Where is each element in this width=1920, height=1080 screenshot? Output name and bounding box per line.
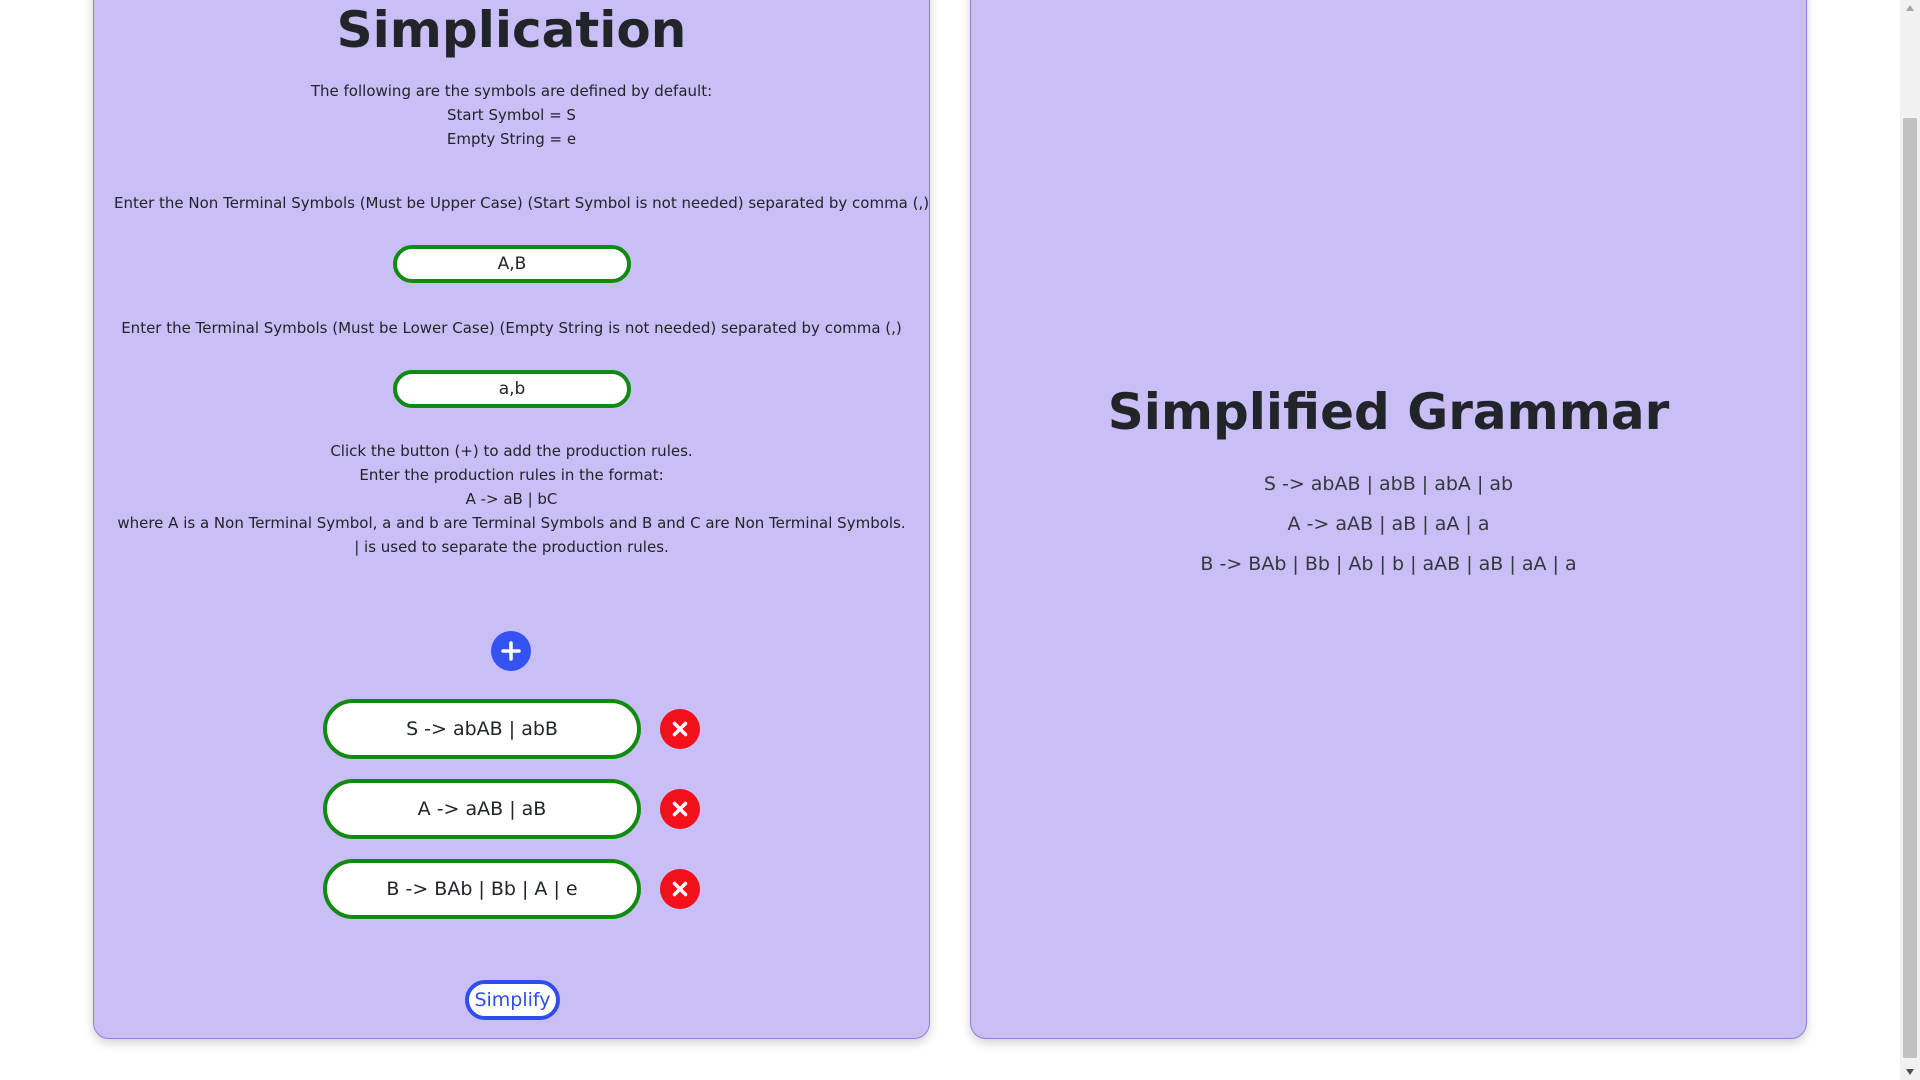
production-rule-input-3[interactable] [323,859,641,919]
page-title: Simplication [336,1,687,59]
scroll-down-arrow[interactable] [1900,1064,1920,1080]
nonterminal-input[interactable] [393,245,631,283]
result-title: Simplified Grammar [1107,383,1670,441]
delete-rule-button-3[interactable] [660,869,700,909]
nonterminal-prompt: Enter the Non Terminal Symbols (Must be … [114,194,930,212]
defaults-info: The following are the symbols are define… [114,79,909,151]
result-rule-2: A -> aAB | aB | aA | a [1287,513,1490,535]
defaults-heading: The following are the symbols are define… [310,82,713,100]
result-rule-1: S -> abAB | abB | abA | ab [1263,473,1514,495]
production-rule-input-2[interactable] [323,779,641,839]
simplify-button[interactable]: Simplify [465,980,560,1020]
production-rule-input-1[interactable] [323,699,641,759]
scroll-up-arrow[interactable] [1900,0,1920,16]
nonterminal-prompt-block: Enter the Non Terminal Symbols (Must be … [114,191,930,215]
vertical-scrollbar[interactable] [1900,0,1920,1080]
close-icon [672,721,688,737]
chevron-up-icon [1906,5,1914,11]
production-instructions: Click the button (+) to add the producti… [114,439,909,559]
terminal-prompt-block: Enter the Terminal Symbols (Must be Lowe… [114,316,909,340]
terminal-input[interactable] [393,370,631,408]
delete-rule-button-2[interactable] [660,789,700,829]
empty-string-text: Empty String = e [446,130,577,148]
result-rule-3: B -> BAb | Bb | Ab | b | aAB | aB | aA |… [1200,553,1577,575]
chevron-down-icon [1906,1069,1914,1075]
page: Simplication The following are the symbo… [0,0,1920,1080]
close-icon [672,881,688,897]
delete-rule-button-1[interactable] [660,709,700,749]
close-icon [672,801,688,817]
instruction-line-2: Enter the production rules in the format… [359,466,664,484]
simplification-panel: Simplication The following are the symbo… [93,0,930,1039]
instruction-line-1: Click the button (+) to add the producti… [330,442,693,460]
plus-icon [501,641,521,661]
instruction-example: A -> aB | bC [465,490,558,508]
instruction-line-4: where A is a Non Terminal Symbol, a and … [117,514,906,556]
scroll-thumb[interactable] [1903,118,1917,1058]
start-symbol-text: Start Symbol = S [447,106,576,124]
terminal-prompt: Enter the Terminal Symbols (Must be Lowe… [121,319,902,337]
simplified-grammar-panel: Simplified Grammar S -> abAB | abB | abA… [970,0,1807,1039]
add-rule-button[interactable] [491,631,531,671]
